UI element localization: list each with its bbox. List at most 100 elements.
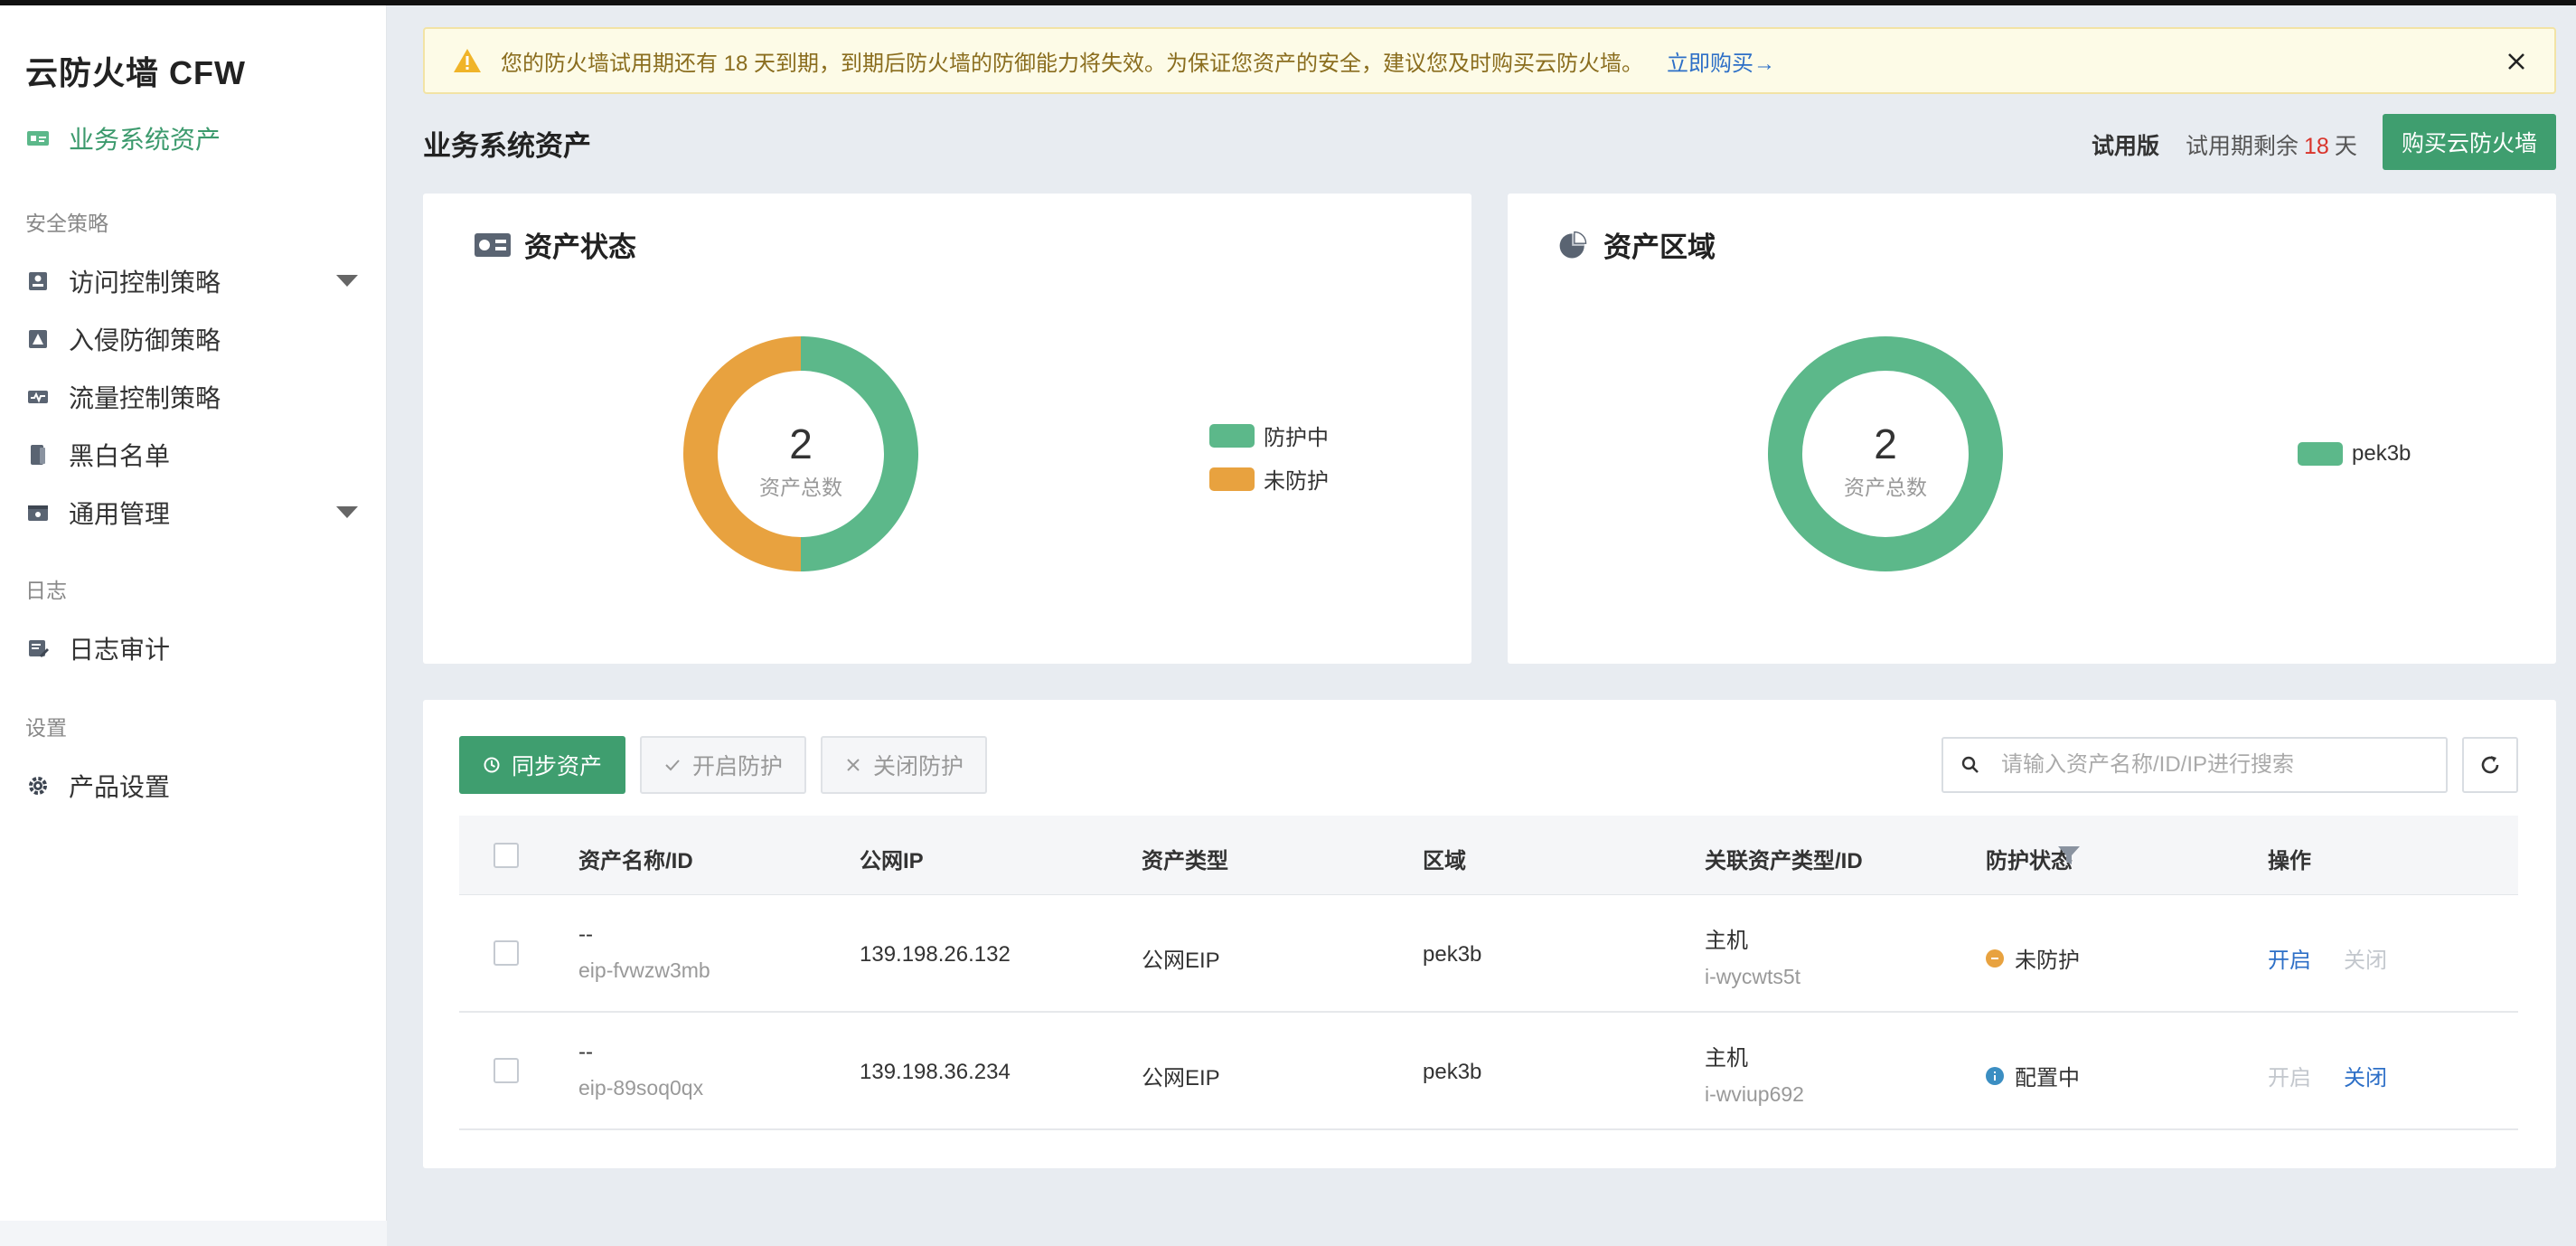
row-checkbox[interactable] — [494, 940, 519, 966]
status-card-icon — [475, 232, 511, 257]
sidebar-group-logs: 日志 — [25, 579, 67, 602]
assets-icon — [25, 126, 51, 151]
enable-protection-button[interactable]: 开启防护 — [640, 736, 806, 794]
disable-protection-label: 关闭防护 — [872, 754, 964, 779]
disable-action-link[interactable]: 关闭 — [2344, 1060, 2387, 1091]
sidebar: 云防火墙 CFW 业务系统资产 安全策略 访问控制策略 入侵防御策略 流量控制策… — [0, 5, 387, 1246]
column-header-actions: 操作 — [2268, 849, 2311, 873]
page-title: 业务系统资产 — [423, 130, 591, 162]
legend-item-protected[interactable]: 防护中 — [1209, 420, 1329, 451]
asset-region-total-label: 资产总数 — [1844, 476, 1927, 499]
alert-message: 您的防火墙试用期还有 18 天到期，到期后防火墙的防御能力将失效。为保证您资产的… — [501, 51, 1644, 76]
legend-item-pek3b[interactable]: pek3b — [2298, 441, 2411, 467]
column-header-type: 资产类型 — [1142, 849, 1228, 873]
asset-region-center: 2 资产总数 — [1795, 420, 1976, 501]
sync-assets-label: 同步资产 — [511, 754, 602, 779]
associated-type: 主机 — [1705, 1046, 1748, 1071]
sync-assets-button[interactable]: 同步资产 — [459, 736, 625, 794]
asset-search-box — [1941, 737, 2448, 793]
buy-now-link[interactable]: 立即购买→ — [1667, 45, 1775, 77]
legend-label: pek3b — [2352, 441, 2411, 466]
protection-status-label: 未防护 — [2015, 949, 2080, 973]
trial-remaining-days: 18 — [2304, 134, 2329, 159]
sidebar-item-label: 日志审计 — [69, 636, 171, 664]
enable-action-link[interactable]: 开启 — [2268, 1060, 2311, 1091]
asset-status-title: 资产状态 — [474, 224, 636, 265]
associated-id: i-wviup692 — [1705, 1082, 1804, 1106]
trial-version-tag: 试用版 — [2092, 134, 2160, 159]
sidebar-item-business-assets[interactable]: 业务系统资产 — [25, 116, 369, 161]
associated-id: i-wycwts5t — [1705, 965, 1801, 988]
legend-swatch — [2298, 442, 2343, 466]
trial-remaining-suffix: 天 — [2334, 134, 2357, 159]
public-ip-cell: 139.198.26.132 — [860, 942, 1011, 967]
asset-status-title-text: 资产状态 — [524, 231, 636, 263]
enable-action-link[interactable]: 开启 — [2268, 942, 2311, 974]
warning-icon — [454, 49, 481, 72]
asset-table: 资产名称/ID 公网IP 资产类型 区域 关联资产类型/ID 防护状态 操作 -… — [459, 816, 2518, 1130]
asset-id: eip-fvwzw3mb — [578, 958, 710, 982]
sidebar-item-label: 入侵防御策略 — [69, 326, 221, 354]
sidebar-item-label: 通用管理 — [69, 500, 171, 528]
asset-name-cell: -- eip-89soq0qx — [578, 1040, 703, 1100]
column-header-ip: 公网IP — [860, 849, 924, 873]
legend-swatch — [1209, 423, 1255, 448]
asset-status-total: 2 — [789, 420, 813, 467]
region-cell: pek3b — [1423, 942, 1482, 967]
table-row: -- eip-89soq0qx 139.198.36.234 公网EIP pek… — [459, 1013, 2518, 1130]
asset-name: -- — [578, 922, 593, 947]
trial-alert-banner: 您的防火墙试用期还有 18 天到期，到期后防火墙的防御能力将失效。为保证您资产的… — [423, 27, 2556, 94]
check-icon — [663, 756, 682, 774]
pie-chart-icon — [1559, 231, 1587, 258]
audit-icon — [25, 636, 51, 661]
sidebar-item-log-audit[interactable]: 日志审计 — [25, 626, 369, 671]
column-header-region: 区域 — [1423, 849, 1466, 873]
chevron-down-icon — [336, 275, 358, 287]
sidebar-item-traffic-control[interactable]: 流量控制策略 — [25, 374, 369, 420]
disable-protection-button[interactable]: 关闭防护 — [821, 736, 987, 794]
close-icon[interactable] — [2504, 49, 2529, 74]
associated-asset-cell: 主机 i-wycwts5t — [1705, 922, 1800, 989]
refresh-icon — [2481, 756, 2499, 774]
legend-item-unprotected[interactable]: 未防护 — [1209, 463, 1329, 495]
enable-protection-label: 开启防护 — [691, 754, 783, 779]
manage-icon — [25, 500, 51, 525]
intrusion-icon — [25, 326, 51, 352]
sidebar-item-blacklist-whitelist[interactable]: 黑白名单 — [25, 432, 369, 477]
row-checkbox[interactable] — [494, 1058, 519, 1083]
sidebar-item-label: 流量控制策略 — [69, 384, 221, 412]
traffic-icon — [25, 384, 51, 410]
asset-id: eip-89soq0qx — [578, 1076, 704, 1100]
sidebar-group-settings: 设置 — [25, 716, 67, 740]
close-icon — [844, 756, 862, 774]
legend-label: 防护中 — [1264, 426, 1329, 450]
protection-status-cell: 未防护 — [1986, 942, 2080, 974]
sidebar-item-general-management[interactable]: 通用管理 — [25, 490, 369, 535]
sidebar-item-access-control[interactable]: 访问控制策略 — [25, 259, 369, 304]
sidebar-item-label: 黑白名单 — [69, 442, 171, 470]
info-icon — [1986, 1066, 2004, 1085]
sidebar-footer — [0, 1221, 387, 1246]
asset-status-total-label: 资产总数 — [759, 476, 842, 499]
sidebar-group-security-policy: 安全策略 — [25, 212, 108, 235]
asset-status-card: 资产状态 2 资产总数 防护中 未防护 — [423, 194, 1471, 664]
public-ip-cell: 139.198.36.234 — [860, 1060, 1011, 1084]
protection-status-label: 配置中 — [2015, 1066, 2080, 1090]
buy-firewall-button[interactable]: 购买云防火墙 — [2383, 114, 2556, 170]
column-header-name: 资产名称/ID — [578, 849, 693, 873]
refresh-button[interactable] — [2462, 737, 2518, 793]
filter-icon[interactable] — [2057, 845, 2081, 866]
asset-search-input[interactable] — [2001, 752, 2435, 778]
associated-asset-cell: 主机 i-wviup692 — [1705, 1040, 1804, 1107]
sidebar-item-product-settings[interactable]: 产品设置 — [25, 763, 369, 808]
asset-region-title: 资产区域 — [1556, 224, 1716, 265]
legend-label: 未防护 — [1264, 469, 1329, 494]
select-all-checkbox[interactable] — [494, 843, 519, 868]
sidebar-item-intrusion-prevention[interactable]: 入侵防御策略 — [25, 316, 369, 362]
gear-icon — [25, 773, 51, 798]
asset-name-cell: -- eip-fvwzw3mb — [578, 922, 710, 983]
list-icon — [25, 442, 51, 467]
disable-action-link[interactable]: 关闭 — [2344, 942, 2387, 974]
chevron-down-icon — [336, 506, 358, 518]
region-cell: pek3b — [1423, 1060, 1482, 1084]
